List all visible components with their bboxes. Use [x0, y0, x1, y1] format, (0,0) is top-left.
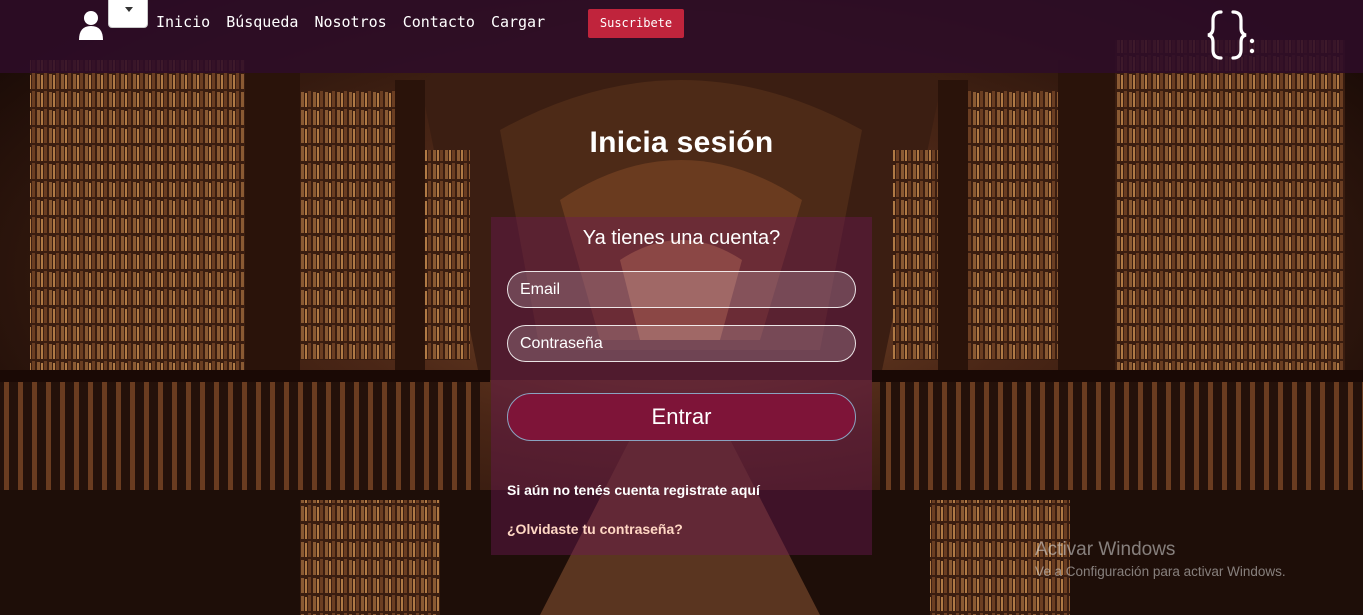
caret-down-icon: [125, 7, 133, 12]
page-title: Inicia sesión: [589, 126, 774, 159]
login-panel: Ya tienes una cuenta? Entrar Si aún no t…: [491, 217, 872, 555]
nav-link-busqueda[interactable]: Búsqueda: [226, 12, 298, 32]
email-field[interactable]: [507, 271, 856, 308]
windows-activation-watermark: Activar Windows Ve a Configuración para …: [1035, 539, 1286, 579]
watermark-subtitle: Ve a Configuración para activar Windows.: [1035, 564, 1286, 579]
password-field[interactable]: [507, 325, 856, 362]
navbar: Inicio Búsqueda Nosotros Contacto Cargar…: [0, 0, 1363, 73]
user-icon[interactable]: [78, 10, 104, 40]
nav-link-nosotros[interactable]: Nosotros: [314, 12, 386, 32]
forgot-password-link[interactable]: ¿Olvidaste tu contraseña?: [507, 521, 683, 537]
login-button[interactable]: Entrar: [507, 393, 856, 441]
nav-links: Inicio Búsqueda Nosotros Contacto Cargar: [156, 12, 561, 32]
register-link[interactable]: Si aún no tenés cuenta registrate aquí: [507, 482, 760, 498]
nav-link-cargar[interactable]: Cargar: [491, 12, 545, 32]
dropdown-toggle-button[interactable]: [108, 0, 148, 28]
subscribe-button[interactable]: Suscribete: [588, 9, 684, 38]
curly-braces-logo[interactable]: [1207, 8, 1255, 62]
nav-link-contacto[interactable]: Contacto: [403, 12, 475, 32]
nav-link-inicio[interactable]: Inicio: [156, 12, 210, 32]
watermark-title: Activar Windows: [1035, 539, 1176, 560]
login-question: Ya tienes una cuenta?: [582, 227, 781, 249]
